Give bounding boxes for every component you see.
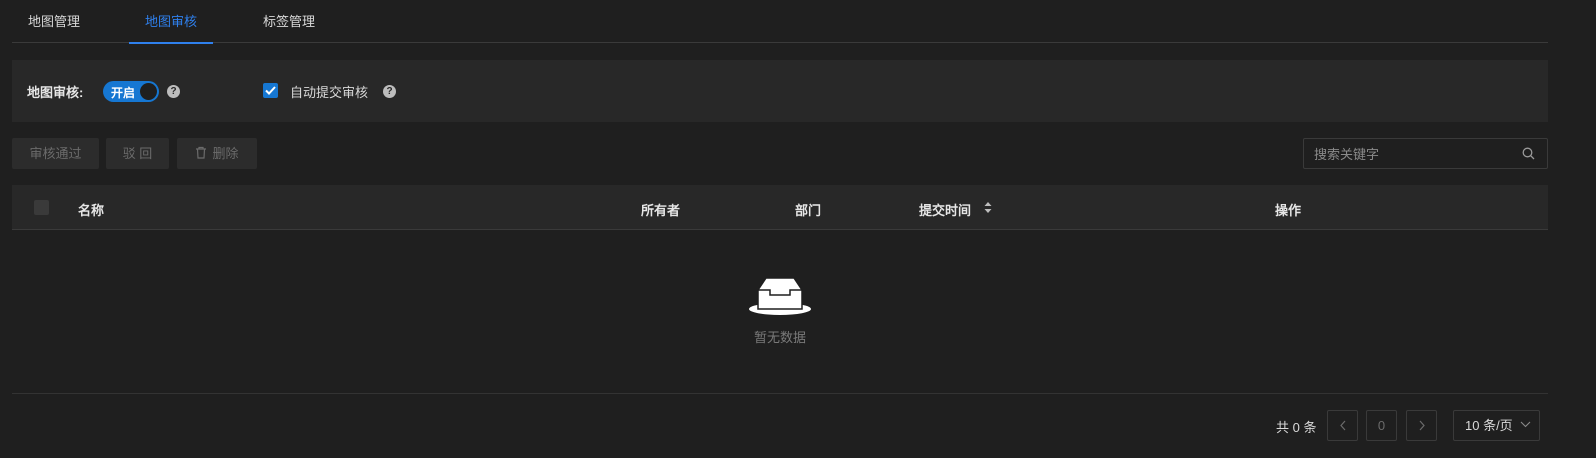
delete-button[interactable]: 删除: [177, 138, 257, 169]
auto-submit-label: 自动提交审核: [290, 85, 369, 100]
chevron-left-icon: [1339, 420, 1345, 431]
auto-submit-checkbox[interactable]: [263, 83, 278, 98]
column-header-name[interactable]: 名称: [78, 200, 104, 219]
help-icon[interactable]: ?: [167, 85, 180, 98]
sort-icon[interactable]: [984, 201, 992, 214]
total-count: 共 0 条: [1276, 420, 1317, 435]
chevron-down-icon: [1520, 421, 1531, 428]
current-page[interactable]: 0: [1366, 410, 1397, 441]
trash-icon: [196, 146, 207, 159]
page-size-select[interactable]: 10 条/页: [1453, 410, 1540, 441]
review-settings-panel: 地图审核: 开启 ? 自动提交审核 ?: [12, 60, 1548, 122]
reject-label: 驳 回: [122, 146, 153, 161]
page-size-value: 10 条/页: [1465, 418, 1513, 433]
review-toggle-switch[interactable]: 开启: [103, 81, 159, 102]
search-icon[interactable]: [1522, 147, 1535, 160]
search-input[interactable]: [1314, 145, 1514, 163]
column-header-submit-time[interactable]: 提交时间: [919, 200, 971, 219]
footer-divider: [12, 393, 1548, 394]
chevron-right-icon: [1419, 420, 1425, 431]
table-header: 名称 所有者 部门 提交时间 操作: [12, 185, 1548, 230]
tab-bar: 地图管理 地图审核 标签管理: [12, 0, 1548, 44]
next-page-button[interactable]: [1406, 410, 1437, 441]
switch-knob: [140, 83, 157, 100]
column-header-department[interactable]: 部门: [795, 200, 821, 219]
column-header-owner[interactable]: 所有者: [641, 200, 680, 219]
reject-button[interactable]: 驳 回: [106, 138, 169, 169]
help-icon[interactable]: ?: [383, 85, 396, 98]
tab-tag-management[interactable]: 标签管理: [263, 0, 315, 43]
review-switch-label: 地图审核:: [27, 85, 84, 100]
check-icon: [265, 86, 276, 95]
tab-map-management[interactable]: 地图管理: [28, 0, 80, 43]
prev-page-button[interactable]: [1327, 410, 1358, 441]
tab-map-review[interactable]: 地图审核: [128, 0, 214, 44]
approve-label: 审核通过: [29, 146, 82, 161]
switch-text: 开启: [111, 86, 136, 100]
empty-state-text: 暂无数据: [753, 330, 806, 345]
empty-inbox-icon: [749, 277, 811, 315]
select-all-checkbox[interactable]: [34, 200, 49, 215]
delete-label: 删除: [212, 146, 239, 161]
column-header-actions: 操作: [1275, 203, 1302, 218]
search-box: [1303, 138, 1548, 169]
approve-button[interactable]: 审核通过: [12, 138, 99, 169]
